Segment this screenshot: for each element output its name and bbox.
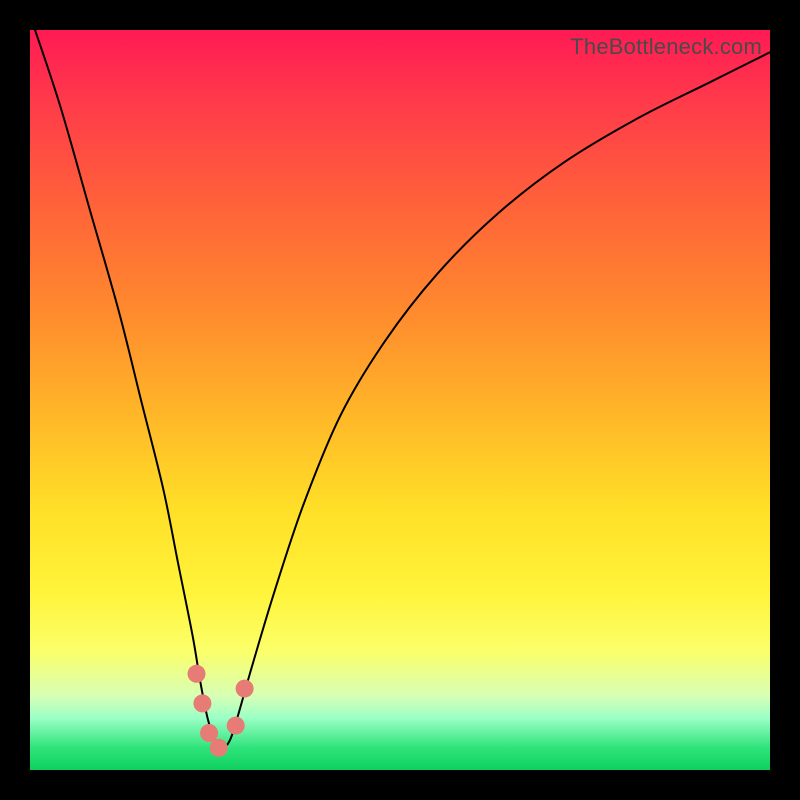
curve-path (30, 15, 770, 748)
curve-marker (188, 665, 206, 683)
curve-markers (188, 665, 254, 757)
chart-plot-area: TheBottleneck.com (30, 30, 770, 770)
curve-marker (227, 717, 245, 735)
curve-marker (236, 680, 254, 698)
watermark-text: TheBottleneck.com (570, 34, 762, 60)
curve-marker (210, 739, 228, 757)
curve-marker (193, 694, 211, 712)
curve-marker (200, 724, 218, 742)
bottleneck-curve (30, 30, 770, 770)
